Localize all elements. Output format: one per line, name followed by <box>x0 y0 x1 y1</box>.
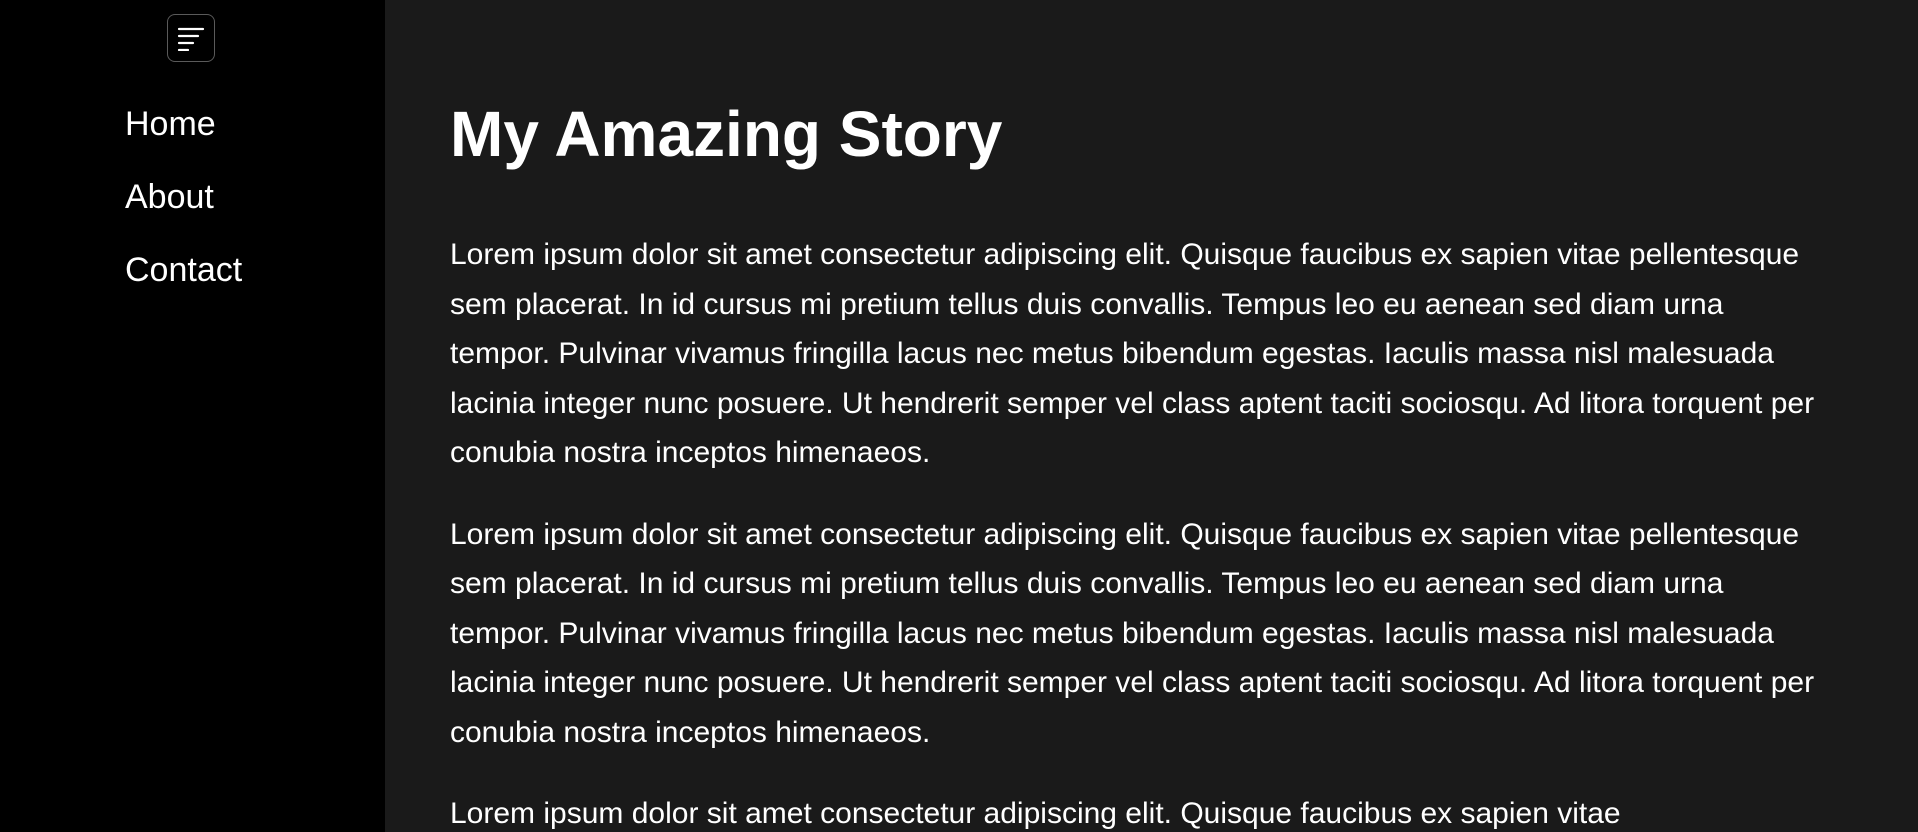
nav-link-home[interactable]: Home <box>125 98 216 150</box>
story-article: My Amazing Story Lorem ipsum dolor sit a… <box>450 91 1830 832</box>
menu-toggle-button[interactable] <box>167 14 215 62</box>
story-paragraph-3: Lorem ipsum dolor sit amet consectetur a… <box>450 797 1621 830</box>
menu-lines-icon <box>176 25 206 51</box>
nav-item-home: Home <box>125 98 242 171</box>
nav-link-contact[interactable]: Contact <box>125 244 242 296</box>
nav-item-about: About <box>125 171 242 244</box>
main-content: My Amazing Story Lorem ipsum dolor sit a… <box>385 0 1918 832</box>
page-title: My Amazing Story <box>450 98 1003 170</box>
story-paragraph-1: Lorem ipsum dolor sit amet consectetur a… <box>450 238 1815 469</box>
nav-link-about[interactable]: About <box>125 171 214 223</box>
sidebar: Home About Contact <box>0 0 385 832</box>
nav-item-contact: Contact <box>125 244 242 317</box>
story-paragraph-2: Lorem ipsum dolor sit amet consectetur a… <box>450 517 1815 749</box>
sidebar-nav: Home About Contact <box>125 98 242 317</box>
